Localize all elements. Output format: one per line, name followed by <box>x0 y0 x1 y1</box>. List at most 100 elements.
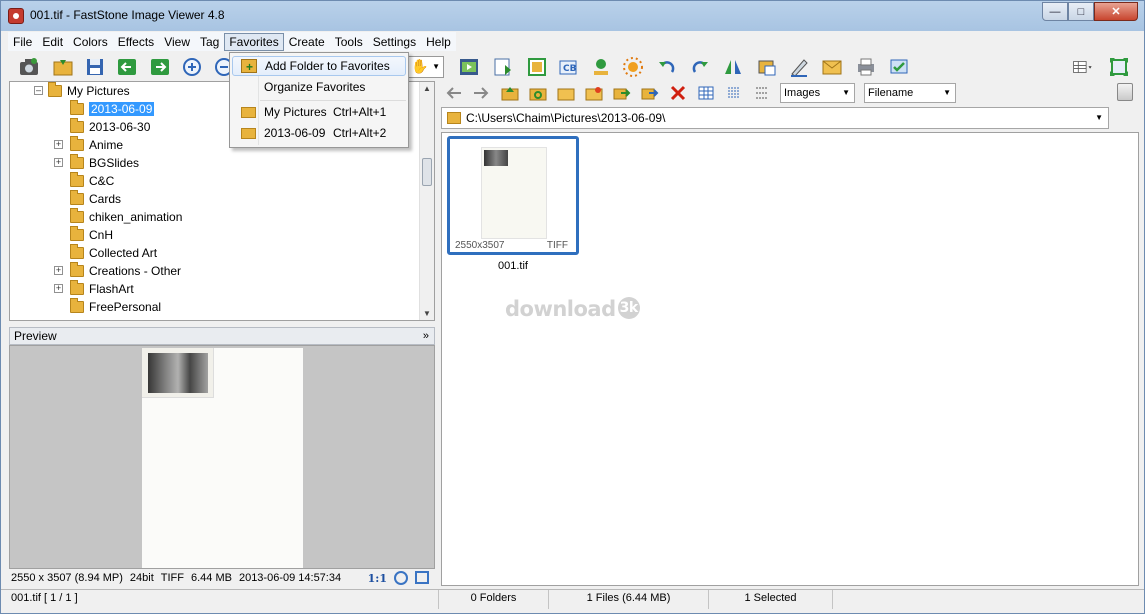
path-combobox[interactable]: C:\Users\Chaim\Pictures\2013-06-09\ ▼ <box>441 107 1109 129</box>
back-arrow-icon[interactable] <box>445 85 463 101</box>
tree-item[interactable]: C&C <box>70 172 114 190</box>
export-icon[interactable] <box>492 56 514 78</box>
tree-item[interactable]: + Anime <box>54 136 124 154</box>
expand-toggle[interactable]: + <box>54 266 63 275</box>
tree-item[interactable]: + BGSlides <box>54 154 140 172</box>
tree-scrollbar[interactable]: ▲ ▼ <box>419 82 434 320</box>
zoom-in-icon[interactable] <box>181 56 203 78</box>
tree-item[interactable]: chiken_animation <box>70 208 182 226</box>
thumbnail-view-icon[interactable] <box>697 85 715 101</box>
expand-toggle[interactable]: + <box>54 158 63 167</box>
wallpaper-icon[interactable] <box>888 56 910 78</box>
info-size: 6.44 MB <box>190 572 232 584</box>
tree-item[interactable]: + FlashArt <box>54 280 134 298</box>
menu-favorites[interactable]: Favorites <box>224 32 284 51</box>
svg-text:CB: CB <box>563 64 577 74</box>
delete-icon[interactable] <box>669 85 687 101</box>
tree-label: BGSlides <box>89 156 140 170</box>
fullscreen-preview-icon[interactable] <box>415 571 429 584</box>
convert-icon[interactable]: CB <box>557 56 579 78</box>
move-to-icon[interactable] <box>641 85 659 101</box>
tree-item[interactable]: + Creations - Other <box>54 262 181 280</box>
crop-icon[interactable] <box>756 56 778 78</box>
menu-file[interactable]: File <box>8 33 37 51</box>
thumbnail-filename[interactable]: 001.tif <box>447 260 579 272</box>
menu-item-label: Add Folder to Favorites <box>265 59 390 73</box>
rotate-left-icon[interactable] <box>656 56 678 78</box>
favorite-folder-icon[interactable] <box>585 85 603 101</box>
print-icon[interactable] <box>855 56 877 78</box>
sort-value: Filename <box>868 87 914 99</box>
draw-icon[interactable] <box>788 56 810 78</box>
close-button[interactable]: ✕ <box>1094 2 1138 21</box>
layout-icon[interactable] <box>1072 56 1100 78</box>
thumbnail-item[interactable]: 2550x3507 TIFF <box>447 136 579 255</box>
actual-size-button[interactable]: 1:1 <box>368 572 387 585</box>
hand-tool-select[interactable]: ✋ ▼ <box>406 56 444 78</box>
tree-root[interactable]: – My Pictures <box>34 82 130 100</box>
open-folder-icon[interactable] <box>52 56 74 78</box>
menu-view[interactable]: View <box>159 33 195 51</box>
details-view-icon[interactable] <box>753 85 771 101</box>
expand-toggle[interactable]: + <box>54 284 63 293</box>
tree-item[interactable]: Cards <box>70 190 121 208</box>
scroll-up-icon[interactable]: ▲ <box>423 84 431 93</box>
tree-label: 2013-06-09 <box>89 102 155 116</box>
tree-label: Anime <box>89 138 124 152</box>
previous-icon[interactable] <box>116 56 138 78</box>
folder-icon <box>70 262 84 277</box>
tree-item[interactable]: FreePersonal <box>70 298 161 316</box>
dropdown-arrow-icon[interactable]: ▼ <box>1095 108 1103 128</box>
tree-item[interactable]: 2013-06-09 <box>70 100 155 118</box>
email-icon[interactable] <box>821 56 843 78</box>
collapse-chevron-icon[interactable]: » <box>423 328 429 344</box>
add-folder-to-favorites-item[interactable]: Add Folder to Favorites <box>232 56 406 76</box>
fullscreen-icon[interactable] <box>1108 56 1130 78</box>
refresh-folder-icon[interactable] <box>529 85 547 101</box>
menu-tag[interactable]: Tag <box>195 33 224 51</box>
menu-tools[interactable]: Tools <box>330 33 368 51</box>
scroll-down-icon[interactable]: ▼ <box>423 309 431 318</box>
watermark: download 3k <box>505 297 640 321</box>
new-folder-icon[interactable] <box>557 85 575 101</box>
dropdown-arrow-icon: ▼ <box>842 88 850 97</box>
list-view-icon[interactable] <box>725 85 743 101</box>
menu-help[interactable]: Help <box>421 33 456 51</box>
menu-colors[interactable]: Colors <box>68 33 113 51</box>
tree-item[interactable]: 2013-06-30 <box>70 118 150 136</box>
flip-icon[interactable] <box>722 56 744 78</box>
up-folder-icon[interactable] <box>501 85 519 101</box>
preview-header: Preview » <box>9 327 435 345</box>
rotate-right-icon[interactable] <box>689 56 711 78</box>
favorite-2013-06-09-item[interactable]: 2013-06-09 Ctrl+Alt+2 <box>232 124 406 144</box>
forward-arrow-icon[interactable] <box>472 85 490 101</box>
menu-effects[interactable]: Effects <box>113 33 159 51</box>
maximize-button[interactable]: □ <box>1068 2 1094 21</box>
copy-to-icon[interactable] <box>613 85 631 101</box>
app-icon[interactable] <box>8 8 24 24</box>
sort-select[interactable]: Filename ▼ <box>864 83 956 103</box>
menu-create[interactable]: Create <box>284 33 330 51</box>
slideshow-icon[interactable] <box>458 56 480 78</box>
organize-favorites-item[interactable]: Organize Favorites <box>232 78 406 98</box>
file-filter-select[interactable]: Images ▼ <box>780 83 855 103</box>
tree-item[interactable]: Collected Art <box>70 244 157 262</box>
collapse-toggle[interactable]: – <box>34 86 43 95</box>
save-icon[interactable] <box>84 56 106 78</box>
next-icon[interactable] <box>149 56 171 78</box>
favorite-my-pictures-item[interactable]: My Pictures Ctrl+Alt+1 <box>232 103 406 123</box>
camera-icon[interactable] <box>18 56 40 78</box>
tree-label: FreePersonal <box>89 300 162 314</box>
tree-item[interactable]: CnH <box>70 226 113 244</box>
scroll-thumb[interactable] <box>422 158 432 186</box>
user-icon[interactable] <box>590 56 612 78</box>
recycle-bin-icon[interactable] <box>1117 83 1133 101</box>
menu-settings[interactable]: Settings <box>368 33 421 51</box>
fit-icon[interactable] <box>394 571 408 585</box>
tree-label: FlashArt <box>89 282 134 296</box>
expand-toggle[interactable]: + <box>54 140 63 149</box>
minimize-button[interactable]: — <box>1042 2 1068 21</box>
menu-edit[interactable]: Edit <box>37 33 68 51</box>
sun-icon[interactable] <box>622 56 644 78</box>
resize-icon[interactable] <box>526 56 548 78</box>
